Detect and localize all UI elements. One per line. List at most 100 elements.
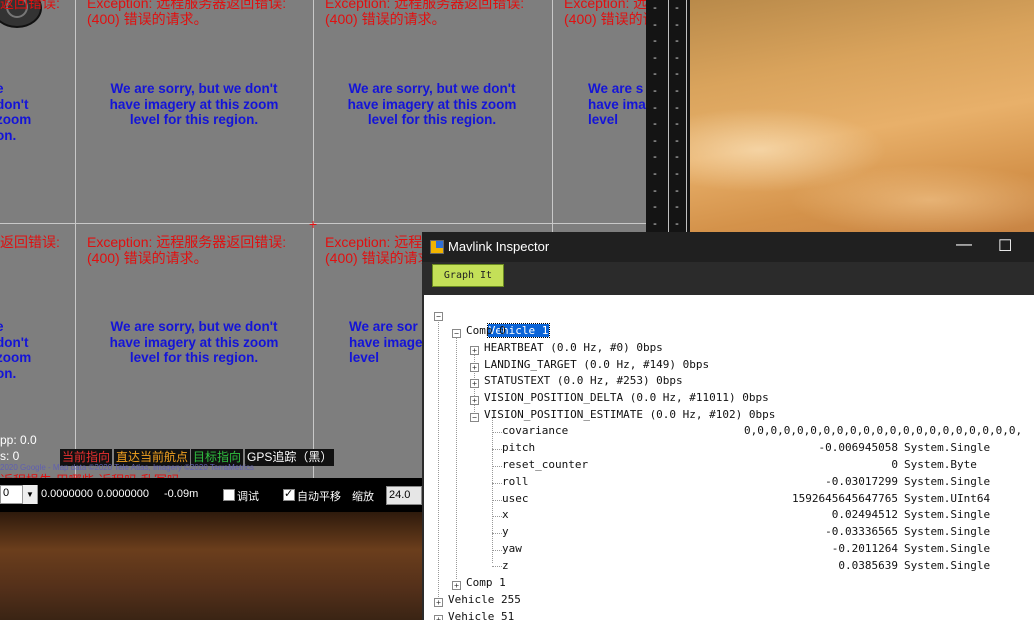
tile-no-imagery-text: We are sorry, but we don't have imagery … xyxy=(109,81,279,127)
tick-scale: -------------- xyxy=(675,2,679,230)
tree-field-value: -0.006945058 xyxy=(818,441,898,454)
scale-bar xyxy=(686,0,687,232)
tree-guide xyxy=(438,317,439,599)
tile-error-text: 返回错误: xyxy=(0,234,60,250)
tile-no-imagery-text: We are s have ima level xyxy=(588,81,646,127)
app-icon xyxy=(430,240,444,254)
maximize-icon[interactable]: ☐ xyxy=(998,236,1012,256)
mode-combo-value: 0 xyxy=(3,487,10,499)
tree-guide xyxy=(456,334,457,579)
tree-node-message[interactable]: STATUSTEXT (0.0 Hz, #253) 0bps xyxy=(484,373,683,390)
tree-guide xyxy=(492,533,502,534)
hud-ground xyxy=(0,512,422,620)
check-icon: ✓ xyxy=(284,488,294,500)
tree-node-vehicle[interactable]: Vehicle 1 xyxy=(448,306,551,338)
splitter-panel: -------------- -------------- xyxy=(646,0,690,232)
expand-icon[interactable]: + xyxy=(434,615,443,620)
tree-field-value: 0,0,0,0,0,0,0,0,0,0,0,0,0,0,0,0,0,0,0,0,… xyxy=(744,424,1023,437)
expand-icon[interactable]: + xyxy=(452,581,461,590)
autopan-label: 自动平移 xyxy=(297,491,341,503)
tree-field-type: System.Single xyxy=(904,525,991,538)
longitude-readout: 0.0000000 xyxy=(97,488,149,500)
tile-error-text: Exception: 远程服务器返回错误: xyxy=(87,0,287,11)
tree-guide xyxy=(492,432,502,433)
tree-field-type: System.Single xyxy=(904,441,991,454)
tree-node-message[interactable]: HEARTBEAT (0.0 Hz, #0) 0bps xyxy=(484,340,663,357)
tree-field-name[interactable]: y xyxy=(502,524,509,541)
zoom-input[interactable]: 24.0 xyxy=(386,486,422,505)
tree-field-name[interactable]: roll xyxy=(502,474,529,491)
tree-guide xyxy=(492,466,502,467)
hud-s-readout: s: 0 xyxy=(0,449,20,463)
tree-field-value: -0.2011264 xyxy=(831,542,898,555)
tree-node-vehicle[interactable]: Vehicle 255 xyxy=(448,592,521,609)
tree-field-type: System.Byte xyxy=(904,458,977,471)
expand-icon[interactable]: + xyxy=(470,363,479,372)
graph-it-button[interactable]: Graph It xyxy=(432,264,504,287)
mavlink-inspector-window[interactable]: Mavlink Inspector — ☐ Graph It − Vehicle… xyxy=(422,232,1034,620)
tile-no-imagery-text: e don't zoom on. xyxy=(0,81,32,143)
debug-checkbox[interactable] xyxy=(223,489,235,501)
tile-error-text: (400) 错误的请求。 xyxy=(325,11,446,27)
tree-guide xyxy=(492,418,493,563)
autopan-checkbox[interactable]: ✓ xyxy=(283,488,295,501)
tree-field-name[interactable]: x xyxy=(502,507,509,524)
tree-field-value: -0.03017299 xyxy=(825,475,898,488)
tree-guide xyxy=(492,483,502,484)
tree-field-name[interactable]: z xyxy=(502,558,509,575)
tree-field-name[interactable]: usec xyxy=(502,491,529,508)
tile-border xyxy=(313,0,314,478)
expand-icon[interactable]: + xyxy=(470,346,479,355)
tree-field-name[interactable]: covariance xyxy=(502,423,568,440)
tile-no-imagery-text: We are sorry, but we don't have imagery … xyxy=(109,319,279,365)
tree-field-type: System.Single xyxy=(904,475,991,488)
collapse-icon[interactable]: − xyxy=(470,413,479,422)
scale-bar xyxy=(668,0,669,232)
tree-node-message[interactable]: VISION_POSITION_DELTA (0.0 Hz, #11011) 0… xyxy=(484,390,769,407)
tree-field-name[interactable]: reset_counter xyxy=(502,457,588,474)
tree-node-component[interactable]: Comp 0 xyxy=(466,323,506,340)
expand-icon[interactable]: + xyxy=(434,598,443,607)
tile-error-text: Exception: 远程服务器返回错误: xyxy=(564,0,646,11)
tree-field-value: 0.0385639 xyxy=(838,559,898,572)
tile-border xyxy=(75,0,76,478)
zoom-label: 缩放 xyxy=(352,491,374,503)
tree-guide xyxy=(492,550,502,551)
tile-no-imagery-text: We are sor have image level xyxy=(349,319,423,365)
map-center-cross: + xyxy=(309,216,318,232)
tree-node-message[interactable]: VISION_POSITION_ESTIMATE (0.0 Hz, #102) … xyxy=(484,407,775,424)
chevron-down-icon[interactable]: ▼ xyxy=(22,485,37,504)
tree-field-value: 0.02494512 xyxy=(831,508,898,521)
tree-node-message[interactable]: LANDING_TARGET (0.0 Hz, #149) 0bps xyxy=(484,357,709,374)
collapse-icon[interactable]: − xyxy=(434,312,443,321)
gps-track-button[interactable]: GPS追踪（黑） xyxy=(245,449,335,466)
tick-scale: -------------- xyxy=(653,2,657,230)
expand-icon[interactable]: + xyxy=(470,396,479,405)
tile-error-text: (400) 错误的请求。 xyxy=(87,11,208,27)
tree-guide xyxy=(492,516,502,517)
message-tree[interactable]: − Vehicle 1 − Comp 0 + HEARTBEAT (0.0 Hz… xyxy=(424,295,1034,620)
tree-field-value: -0.03336565 xyxy=(825,525,898,538)
status-strip: 0.0000000 0.0000000 -0.09m 调试 自动平移 缩放 xyxy=(0,478,422,512)
tree-field-value: 0 xyxy=(891,458,898,471)
latitude-readout: 0.0000000 xyxy=(41,488,93,500)
expand-icon[interactable]: + xyxy=(470,379,479,388)
tile-border xyxy=(0,223,646,224)
window-titlebar[interactable]: Mavlink Inspector — ☐ xyxy=(422,232,1034,262)
tile-error-text: (400) 错误的请求。 xyxy=(87,250,208,266)
tree-field-name[interactable]: yaw xyxy=(502,541,522,558)
tile-no-imagery-text: e don't zoom on. xyxy=(0,319,32,381)
tree-node-component[interactable]: Comp 1 xyxy=(466,575,506,592)
tile-error-text: Exception: 远程服务器返回错误: xyxy=(325,0,525,11)
altitude-readout: -0.09m xyxy=(164,488,199,500)
collapse-icon[interactable]: − xyxy=(452,329,461,338)
minimize-icon[interactable]: — xyxy=(956,236,972,254)
tree-node-vehicle[interactable]: Vehicle 51 xyxy=(448,609,514,620)
tree-field-name[interactable]: pitch xyxy=(502,440,535,457)
tree-field-type: System.Single xyxy=(904,542,991,555)
tile-error-text: Exception: 远程服务器返回错误: xyxy=(87,234,287,250)
tree-field-value: 1592645645647765 xyxy=(792,492,898,505)
debug-label: 调试 xyxy=(237,491,259,503)
hud-pp-readout: pp: 0.0 xyxy=(0,433,37,447)
tile-no-imagery-text: We are sorry, but we don't have imagery … xyxy=(347,81,517,127)
